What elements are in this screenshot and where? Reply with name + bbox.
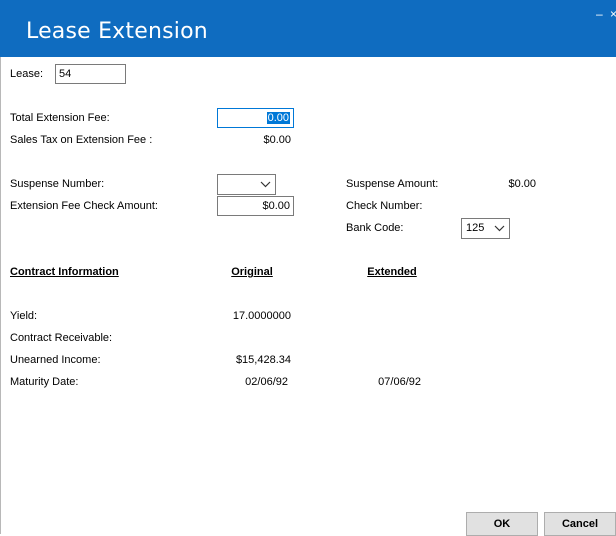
- window-border: [0, 57, 1, 534]
- check-amount-label: Extension Fee Check Amount:: [10, 200, 158, 212]
- maturity-date-extended: 07/06/92: [378, 376, 421, 388]
- chevron-down-icon: [494, 225, 505, 232]
- contract-info-header: Contract Information: [10, 266, 119, 278]
- bank-code-label: Bank Code:: [346, 222, 404, 234]
- original-header: Original: [231, 266, 273, 278]
- ok-button[interactable]: OK: [466, 512, 538, 536]
- bank-code-select[interactable]: 125: [461, 218, 510, 239]
- maturity-date-original: 02/06/92: [245, 376, 288, 388]
- chevron-down-icon: [260, 181, 271, 188]
- suspense-amount-label: Suspense Amount:: [346, 178, 439, 190]
- suspense-amount-value: $0.00: [508, 178, 536, 190]
- total-extension-fee-input[interactable]: 0.00: [217, 108, 294, 128]
- cancel-button[interactable]: Cancel: [544, 512, 616, 536]
- maturity-date-label: Maturity Date:: [10, 376, 79, 388]
- unearned-income-original: $15,428.34: [235, 354, 291, 366]
- sales-tax-value: $0.00: [263, 134, 291, 146]
- extended-header: Extended: [367, 266, 417, 278]
- suspense-number-select[interactable]: [217, 174, 276, 195]
- title-bar: Lease Extension – ×: [0, 0, 616, 57]
- check-amount-input[interactable]: $0.00: [217, 196, 294, 216]
- lease-label: Lease:: [10, 68, 44, 80]
- total-extension-fee-value: 0.00: [266, 112, 290, 124]
- bank-code-value: 125: [466, 222, 485, 234]
- sales-tax-label: Sales Tax on Extension Fee :: [10, 134, 153, 146]
- yield-original: 17.0000000: [232, 310, 291, 322]
- window-title: Lease Extension: [26, 19, 208, 44]
- total-extension-fee-label: Total Extension Fee:: [10, 112, 110, 124]
- minimize-icon[interactable]: –: [596, 8, 603, 20]
- lease-input[interactable]: 54: [55, 64, 126, 84]
- suspense-number-label: Suspense Number:: [10, 178, 105, 190]
- unearned-income-label: Unearned Income:: [10, 354, 101, 366]
- close-icon[interactable]: ×: [610, 8, 616, 20]
- check-number-label: Check Number:: [346, 200, 423, 212]
- contract-receivable-label: Contract Receivable:: [10, 332, 113, 344]
- yield-label: Yield:: [10, 310, 38, 322]
